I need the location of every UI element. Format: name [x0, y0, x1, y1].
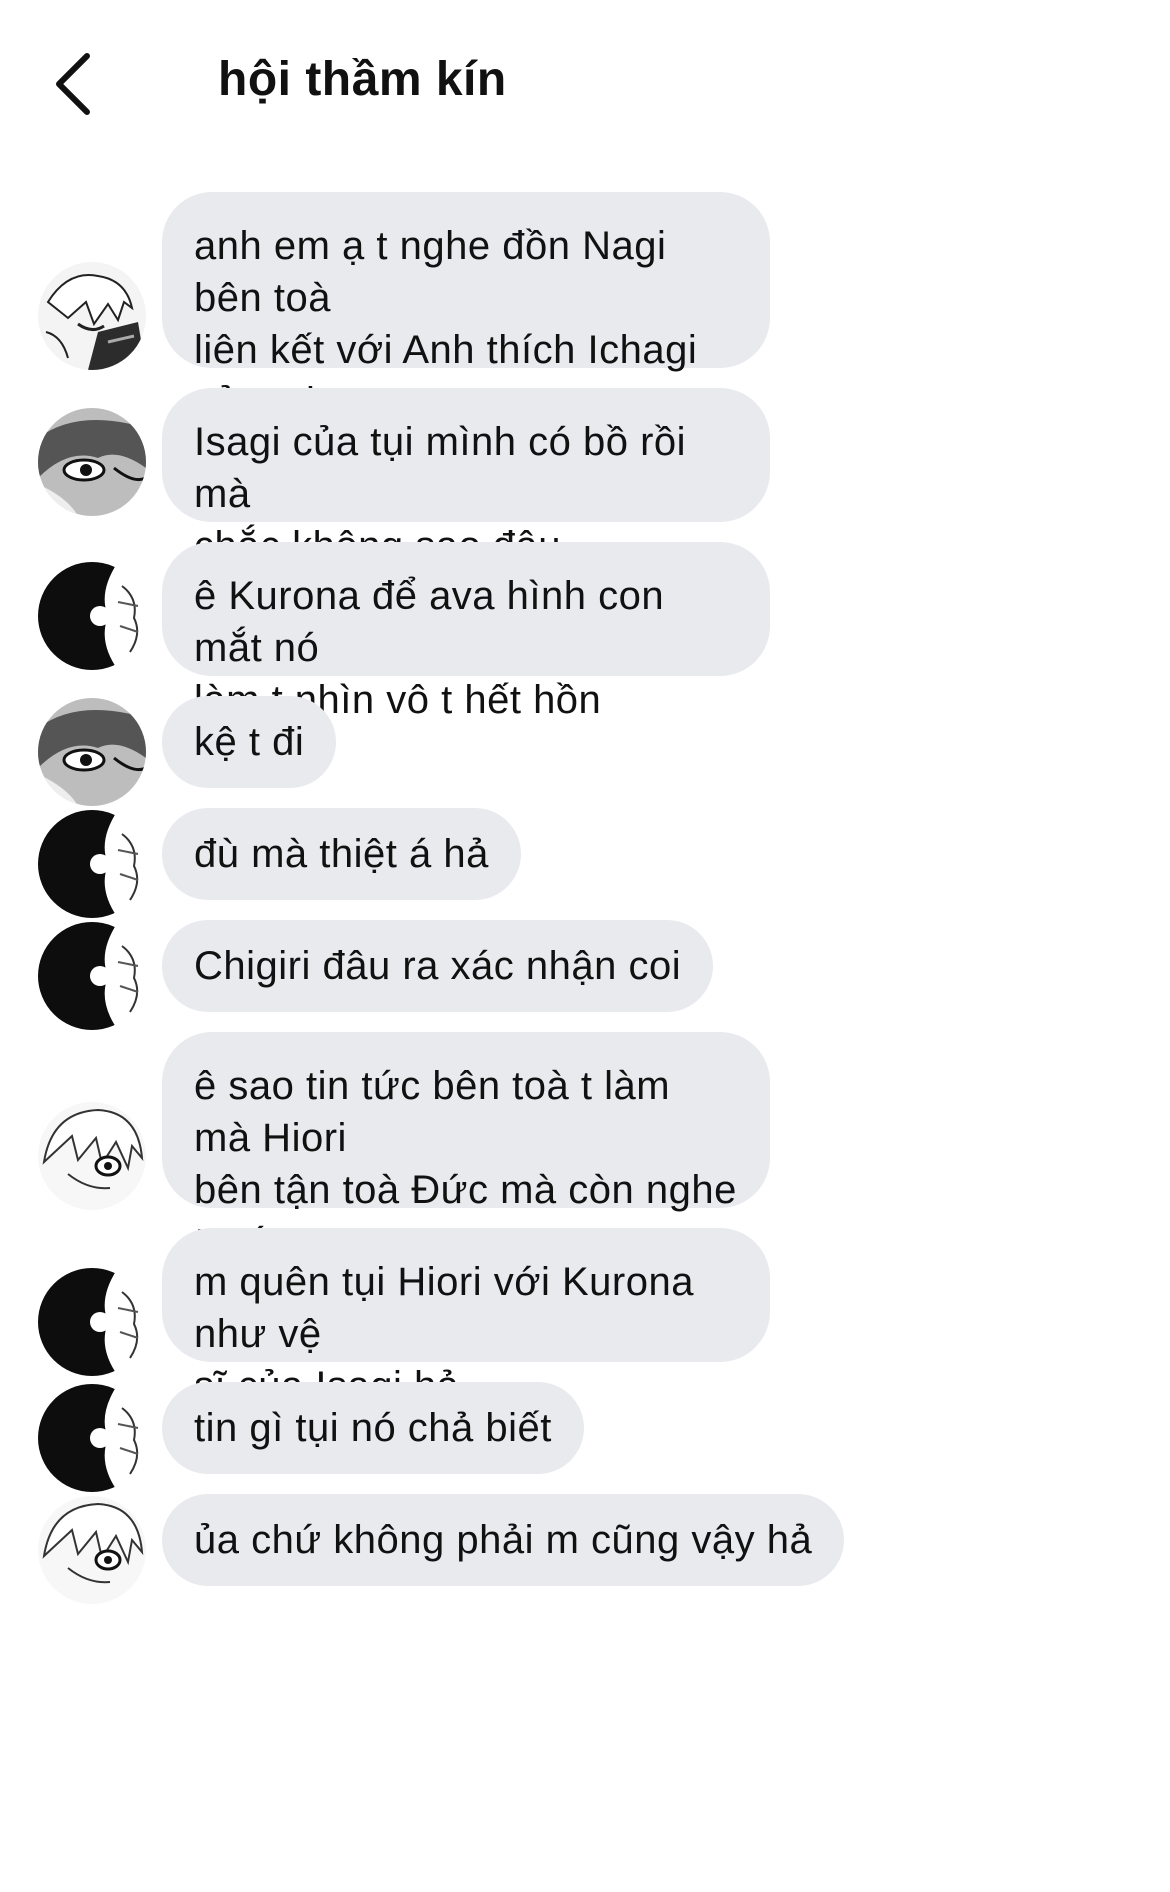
avatar-dark[interactable] — [38, 922, 146, 1030]
back-button[interactable] — [38, 44, 108, 124]
message-bubble[interactable]: Isagi của tụi mình có bồ rồi mà chắc khô… — [162, 388, 770, 568]
message-bubble[interactable]: tin gì tụi nó chả biết — [162, 1382, 584, 1474]
avatar-chigiri[interactable] — [38, 698, 146, 806]
message-bubble[interactable]: kệ t đi — [162, 696, 337, 788]
message-bubble[interactable]: anh em ạ t nghe đồn Nagi bên toà liên kế… — [162, 192, 770, 476]
avatar-hiori[interactable] — [38, 1496, 146, 1604]
message-bubble[interactable]: m quên tụi Hiori với Kurona như vệ sĩ củ… — [162, 1228, 770, 1408]
chat-header: hội thầm kín — [0, 0, 1170, 160]
avatar-dark[interactable] — [38, 810, 146, 918]
avatar-dark[interactable] — [38, 1268, 146, 1376]
message-bubble[interactable]: Chigiri đâu ra xác nhận coi — [162, 920, 714, 1012]
chevron-left-icon — [56, 53, 90, 115]
message-bubble[interactable]: ê Kurona để ava hình con mắt nó làm t nh… — [162, 542, 770, 722]
avatar-hiori[interactable] — [38, 1102, 146, 1210]
avatar-dark[interactable] — [38, 1384, 146, 1492]
chat-title: hội thầm kín — [218, 53, 507, 106]
message-bubble[interactable]: đù mà thiệt á hả — [162, 808, 521, 900]
avatar-chigiri[interactable] — [38, 408, 146, 516]
avatar-dark[interactable] — [38, 562, 146, 670]
message-bubble[interactable]: ê sao tin tức bên toà t làm mà Hiori bên… — [162, 1032, 770, 1316]
message-bubble[interactable]: ủa chứ không phải m cũng vậy hả — [162, 1494, 845, 1586]
avatar-nagi[interactable] — [38, 262, 146, 370]
